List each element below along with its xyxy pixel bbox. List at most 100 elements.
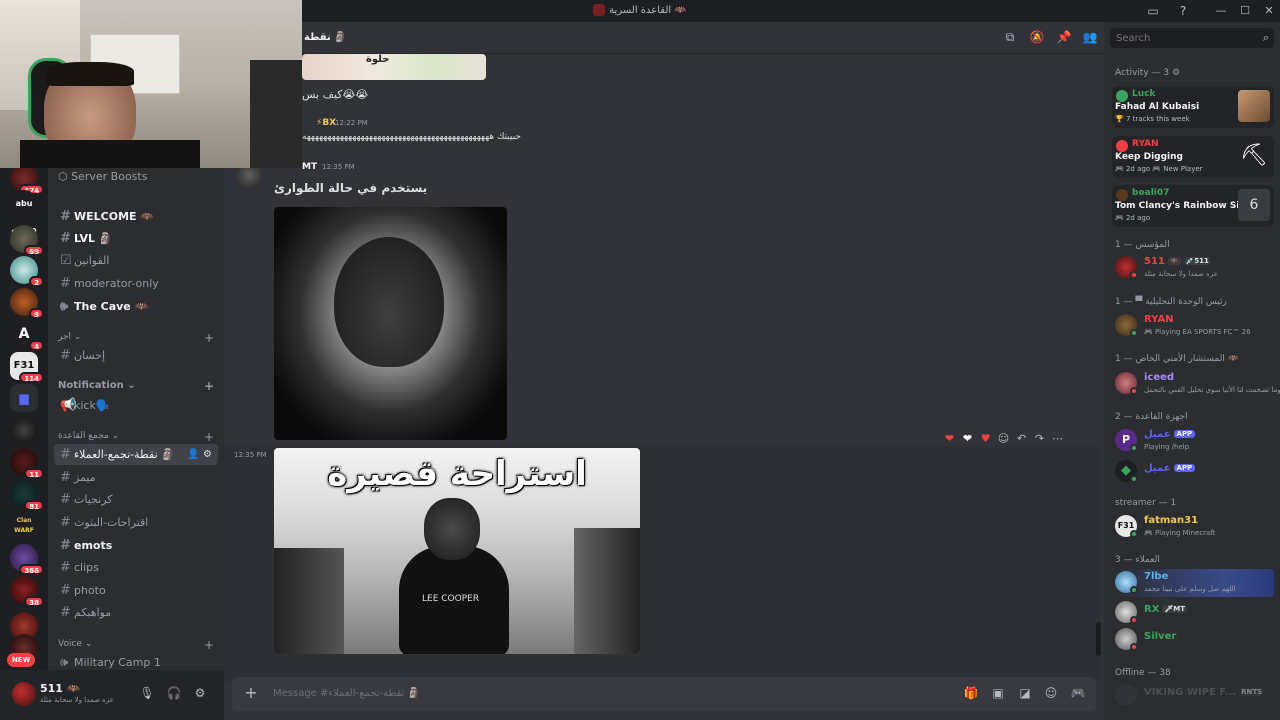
heart-ribbon-reaction-icon[interactable]: ♥ <box>978 431 993 446</box>
attachment-image[interactable] <box>274 207 507 440</box>
inbox-icon[interactable]: ▭ <box>1144 2 1162 20</box>
forward-icon[interactable]: ↷ <box>1032 431 1047 446</box>
message-author[interactable]: ⚡BX <box>316 118 336 128</box>
microphone-icon[interactable]: 🎙 <box>139 686 155 702</box>
white-heart-reaction-icon[interactable]: ❤ <box>960 431 975 446</box>
server-icon-2[interactable]: abu d7m0 <box>10 190 38 236</box>
sticker-icon[interactable]: ◪ <box>1017 686 1033 702</box>
message-author[interactable]: MT <box>302 162 317 172</box>
activity-card[interactable]: boali07 Tom Clancy's Rainbow Six ... 🎮 2… <box>1112 185 1274 227</box>
add-reaction-icon[interactable]: ☺ <box>996 431 1011 446</box>
add-channel-icon[interactable]: + <box>204 331 214 345</box>
mention-badge: 4 <box>29 340 44 351</box>
add-attachment-button[interactable]: + <box>242 684 260 702</box>
member-item[interactable]: iceed وما تضخمت لنا الأثيا سوى تحليل الق… <box>1112 370 1280 398</box>
spotify-icon <box>1116 90 1128 102</box>
server-icon-7[interactable]: F31 114 <box>10 352 44 383</box>
reply-icon[interactable]: ↶ <box>1014 431 1029 446</box>
sticker-image[interactable]: حلوة <box>302 54 486 80</box>
category-notification[interactable]: Notification ⌄ + <box>58 379 218 393</box>
add-channel-icon[interactable]: + <box>204 379 214 393</box>
channel-clips[interactable]: # clips <box>54 557 218 578</box>
channel-memes[interactable]: # ميمز <box>54 467 218 488</box>
channel-the-cave[interactable]: 🕪 The Cave 🦇 <box>54 296 218 317</box>
gift-icon[interactable]: 🎁 <box>963 686 979 702</box>
channel-talents[interactable]: # مواهبكم <box>54 602 218 623</box>
member-item[interactable]: RYAN 🎮 Playing EA SPORTS FC™ 26 <box>1112 312 1274 340</box>
invite-icon[interactable]: 👤 <box>187 449 199 460</box>
mention-badge: 69 <box>24 245 44 256</box>
search-input[interactable] <box>1110 28 1250 48</box>
apps-icon[interactable]: 🎮 <box>1070 686 1086 702</box>
channel-photo[interactable]: # photo <box>54 580 218 601</box>
server-icon-9[interactable] <box>10 416 38 444</box>
server-icon-1[interactable]: 174 <box>10 164 44 195</box>
member-item[interactable]: 511 🦇 💉511 عزه صمدا ولا سحابة مثلة <box>1112 254 1274 282</box>
category-label: Voice <box>58 639 82 649</box>
status-dot <box>1130 387 1138 395</box>
member-item[interactable]: F31 fatman31 🎮 Playing Minecraft <box>1112 513 1274 541</box>
server-icon-11[interactable]: 81 <box>10 480 44 511</box>
add-channel-icon[interactable]: + <box>204 638 214 652</box>
close-button[interactable]: ✕ <box>1256 0 1280 22</box>
gear-icon[interactable]: ⚙ <box>192 686 208 702</box>
channel-suggestions[interactable]: # اقتراحات-البثوث <box>54 512 218 533</box>
channel-cringe[interactable]: # كرنجيات <box>54 489 218 510</box>
message-input[interactable]: Message #نقطة-تجمع-العملاء 🗿 <box>273 688 420 699</box>
search-icon[interactable]: ⌕ <box>1263 31 1269 45</box>
maximize-button[interactable]: ☐ <box>1232 0 1258 22</box>
emoji-icon[interactable]: ☺ <box>1043 686 1059 702</box>
server-icon-13[interactable]: 366 <box>10 544 44 575</box>
channel-rules[interactable]: ☑ القوانين <box>54 250 218 271</box>
channel-emots[interactable]: # emots <box>54 535 218 556</box>
activity-card[interactable]: RYAN Keep Digging 🎮 2d ago 🎮 New Player … <box>1112 136 1274 178</box>
hash-icon: # <box>60 583 71 598</box>
channel-kick[interactable]: 📢kick🗣️ <box>54 395 218 416</box>
category-voice[interactable]: Voice ⌄ + <box>58 638 218 652</box>
server-icon-14[interactable]: 38 <box>10 576 44 607</box>
shelf-shape <box>574 528 640 654</box>
category-3[interactable]: مجمع القاعدة ⌄ + <box>58 430 218 444</box>
member-item[interactable]: VIKING WIPE F... RNTS <box>1112 682 1274 710</box>
channel-welcome[interactable]: # WELCOME 🦇 <box>54 206 218 227</box>
channel-ihsan[interactable]: # إحسان <box>54 345 218 366</box>
add-channel-icon[interactable]: + <box>204 430 214 444</box>
attachment-image[interactable]: استراحة قصيرة LEE COOPER <box>274 448 640 654</box>
headphones-icon[interactable]: 🎧 <box>166 686 182 702</box>
more-options-icon[interactable]: ⋯ <box>1050 431 1065 446</box>
member-item[interactable]: 7lbe اللهم صل وسلم على نبينا محمد <box>1112 569 1274 597</box>
server-icon-10[interactable]: 11 <box>10 448 44 479</box>
threads-icon[interactable]: ⧉ <box>1002 30 1018 46</box>
channel-moderator-only[interactable]: # moderator-only <box>54 273 218 294</box>
category-1[interactable]: اجر ⌄ + <box>58 331 218 345</box>
avatar[interactable] <box>12 682 36 706</box>
settings-icon[interactable]: ⚙ <box>203 449 212 460</box>
scrollbar[interactable] <box>1096 622 1101 656</box>
status-dot <box>1130 475 1138 483</box>
member-item[interactable]: ◆ عميل APP <box>1112 458 1274 486</box>
activity-card[interactable]: Luck Fahad Al Kubaisi 🏆 7 tracks this we… <box>1112 86 1274 128</box>
member-item[interactable]: Silver <box>1112 626 1274 654</box>
hash-icon: # <box>60 492 71 507</box>
member-item[interactable]: P عميل APP Playing /help <box>1112 427 1274 455</box>
server-folder-icon[interactable]: ▆ <box>10 384 38 412</box>
gif-icon[interactable]: ▣ <box>990 686 1006 702</box>
server-icon-3[interactable]: 69 <box>10 225 44 256</box>
channel-active[interactable]: # نقطة-تجمع-العملاء 🗿 👤 ⚙ <box>54 444 218 465</box>
server-label: abu d7m0 <box>11 199 36 236</box>
channel-lvl[interactable]: # LVL 🗿 <box>54 228 218 249</box>
member-item[interactable]: RX 🗡MT <box>1112 599 1274 627</box>
channel-label: kick🗣️ <box>74 399 110 412</box>
status-dot <box>1130 329 1138 337</box>
pin-icon[interactable]: 📌 <box>1056 30 1072 46</box>
member-list-icon[interactable]: 👥 <box>1082 30 1098 46</box>
server-icon-4[interactable]: 2 <box>10 256 44 287</box>
server-icon-6[interactable]: A4 <box>10 320 44 351</box>
help-icon[interactable]: ? <box>1174 2 1192 20</box>
server-icon-5[interactable]: 9 <box>10 288 44 319</box>
mute-icon[interactable]: 🔕 <box>1029 30 1045 46</box>
heart-reaction-icon[interactable]: ❤ <box>942 431 957 446</box>
server-icon-12[interactable]: Clan WARF <box>10 512 38 540</box>
server-boosts[interactable]: ⬡ Server Boosts <box>58 170 147 183</box>
minimize-button[interactable]: — <box>1208 0 1234 22</box>
